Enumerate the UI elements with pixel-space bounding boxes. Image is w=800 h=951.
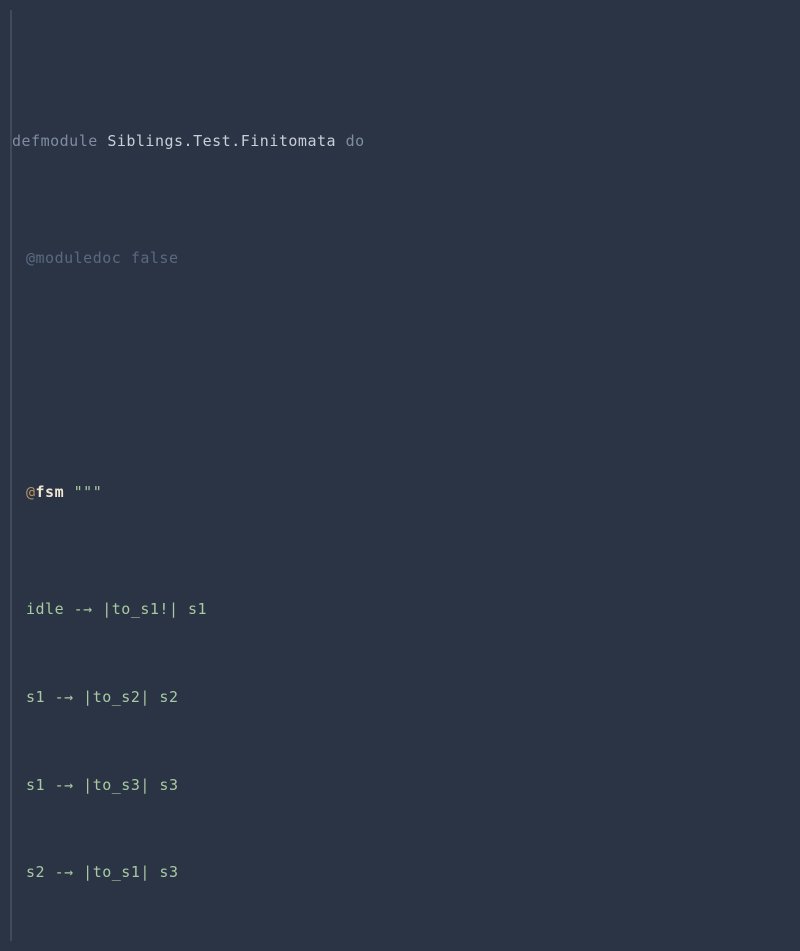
fsm-line: s2 -→ |to_s1| s3 <box>26 858 800 887</box>
fsm-line: s1 -→ |to_s2| s2 <box>26 683 800 712</box>
fsm-transition: s2 -→ |to_s1| s3 <box>26 863 179 881</box>
attr-fsm: fsm <box>36 483 65 501</box>
module-name: Siblings.Test.Finitomata <box>107 132 336 150</box>
defmodule-line: defmodule Siblings.Test.Finitomata do <box>12 127 800 156</box>
fsm-transition: s1 -→ |to_s2| s2 <box>26 688 179 706</box>
fsm-attr-open: @fsm """ <box>26 478 800 507</box>
kw-do: do <box>346 132 365 150</box>
code-body[interactable]: defmodule Siblings.Test.Finitomata do @m… <box>26 10 800 951</box>
moduledoc: @moduledoc false <box>26 249 179 267</box>
code-editor[interactable]: defmodule Siblings.Test.Finitomata do @m… <box>0 0 800 951</box>
gutter-line <box>10 10 12 941</box>
fsm-line: idle -→ |to_s1!| s1 <box>26 595 800 624</box>
blank-line <box>26 361 800 390</box>
at-icon: @ <box>26 483 36 501</box>
kw-defmodule: defmodule <box>12 132 98 150</box>
fsm-line: s1 -→ |to_s3| s3 <box>26 771 800 800</box>
fsm-transition: idle -→ |to_s1!| s1 <box>26 600 207 618</box>
heredoc-open: """ <box>64 483 102 501</box>
moduledoc-line: @moduledoc false <box>26 244 800 273</box>
fsm-transition: s1 -→ |to_s3| s3 <box>26 776 179 794</box>
fsm-line: s2 -→ |ambiguous| s3 <box>26 946 800 951</box>
